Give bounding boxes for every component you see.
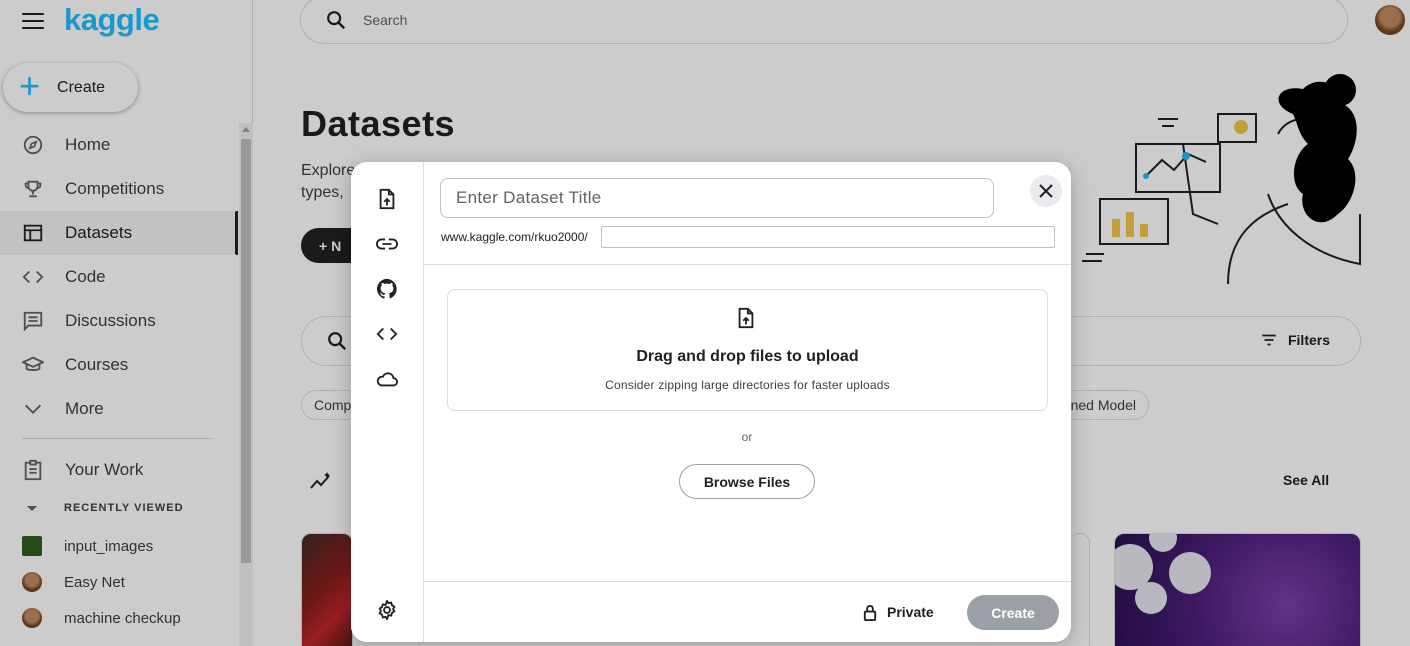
visibility-label: Private [887,604,934,620]
code-icon[interactable] [374,321,400,347]
new-dataset-modal: www.kaggle.com/rkuo2000/ Drag and drop f… [351,162,1071,642]
upload-file-icon [738,307,754,329]
close-icon [1039,184,1053,198]
close-button[interactable] [1030,175,1062,207]
or-separator: or [741,430,753,444]
browse-files-button[interactable]: Browse Files [679,464,815,499]
dropzone-subtitle: Consider zipping large directories for f… [605,378,890,392]
visibility-toggle[interactable]: Private [863,601,934,623]
dropzone-title: Drag and drop files to upload [636,348,859,365]
upload-file-icon[interactable] [374,186,400,212]
github-icon[interactable] [374,276,400,302]
dataset-title-input[interactable] [440,178,994,218]
modal-footer-divider [424,581,1071,582]
file-dropzone[interactable]: Drag and drop files to upload Consider z… [447,289,1048,411]
lock-icon [863,604,877,621]
cloud-icon[interactable] [374,366,400,392]
link-icon[interactable] [374,231,400,257]
dataset-slug-input[interactable] [601,226,1055,248]
modal-header-divider [424,264,1071,265]
settings-icon[interactable] [374,597,400,623]
create-dataset-button[interactable]: Create [967,595,1059,630]
upload-source-rail [351,162,424,642]
dataset-url-prefix: www.kaggle.com/rkuo2000/ [441,230,588,244]
